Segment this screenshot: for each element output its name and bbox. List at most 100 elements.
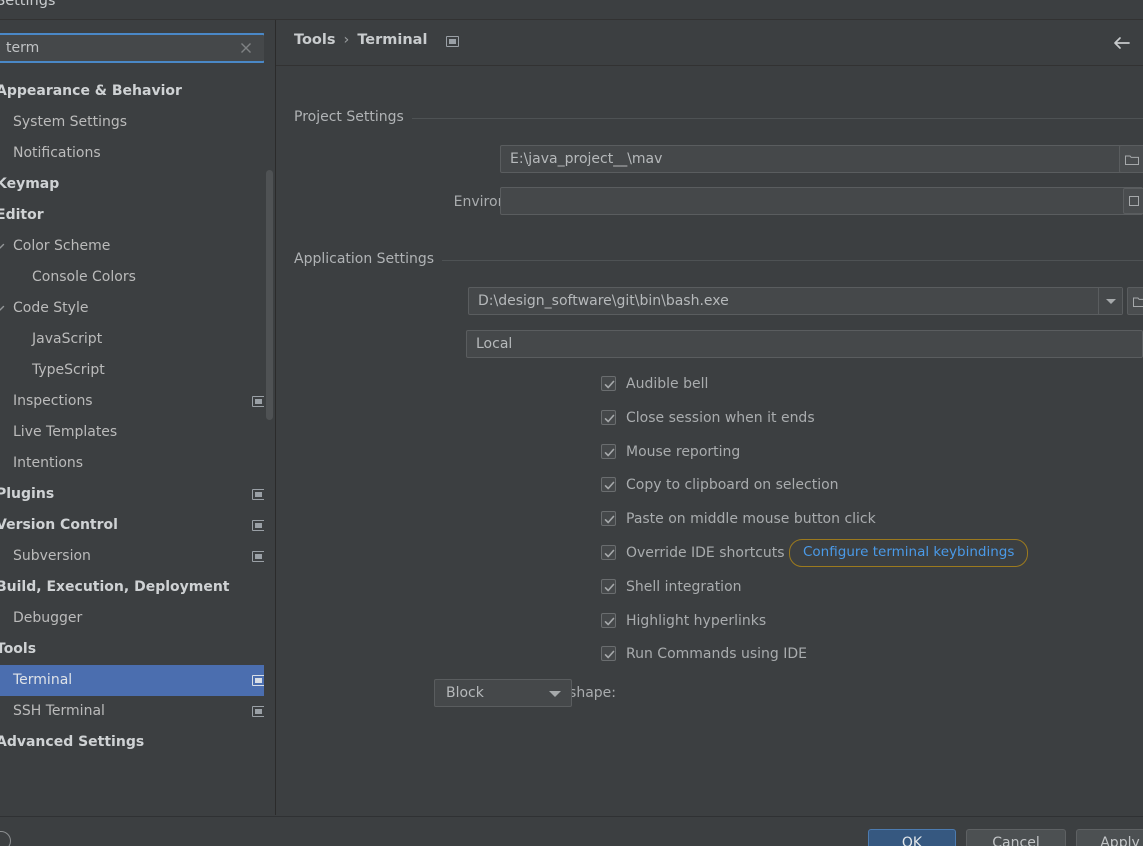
sidebar-item-label: SSH Terminal xyxy=(13,703,105,719)
configure-terminal-keybindings-label: Configure terminal keybindings xyxy=(803,544,1015,560)
sidebar-item-terminal[interactable]: Terminal xyxy=(0,665,275,696)
sidebar-item-label: JavaScript xyxy=(32,331,103,347)
sidebar-item-plugins[interactable]: Plugins xyxy=(0,479,275,510)
checkbox-label: Override IDE shortcuts xyxy=(626,545,785,561)
shell-path-input[interactable]: D:\design_software\git\bin\bash.exe xyxy=(468,287,1123,315)
sidebar-item-label: Plugins xyxy=(0,486,55,502)
sidebar-item-label: Console Colors xyxy=(32,269,136,285)
checkbox-audible-bell[interactable] xyxy=(601,376,616,391)
checkbox-highlight-hyperlinks[interactable] xyxy=(601,612,616,628)
sidebar-item-advanced-settings[interactable]: Advanced Settings xyxy=(0,727,275,758)
breadcrumb: Tools › Terminal xyxy=(294,32,427,48)
help-icon[interactable] xyxy=(0,831,11,846)
sidebar-item-label: Terminal xyxy=(13,672,73,688)
chevron-down-icon[interactable] xyxy=(0,302,6,314)
sidebar-item-label: Appearance & Behavior xyxy=(0,83,182,99)
sidebar-item-label: Keymap xyxy=(0,176,60,192)
settings-sidebar: term Appearance & Behavior System Setting… xyxy=(0,20,276,815)
apply-button[interactable]: Apply xyxy=(1076,829,1143,846)
sidebar-item-ssh-terminal[interactable]: SSH Terminal xyxy=(0,696,275,727)
application-settings-section-title: Application Settings xyxy=(294,251,443,267)
arrow-left-icon[interactable] xyxy=(1109,32,1133,54)
sidebar-item-label: Code Style xyxy=(13,300,89,316)
search-input[interactable]: term xyxy=(6,35,39,61)
checkbox-label: Run Commands using IDE xyxy=(626,646,808,663)
settings-content: Tools › Terminal Project Settings Start di… xyxy=(276,20,1143,815)
sidebar-item-label: Debugger xyxy=(13,610,83,626)
sidebar-item-javascript[interactable]: JavaScript xyxy=(0,324,275,355)
sidebar-item-label: Inspections xyxy=(13,393,93,409)
sidebar-item-subversion[interactable]: Subversion xyxy=(0,541,275,572)
sidebar-item-label: Advanced Settings xyxy=(0,734,145,750)
terminal-settings-panel: Project Settings Start directory: E:\jav… xyxy=(276,65,1143,815)
sidebar-item-appearance-behavior[interactable]: Appearance & Behavior xyxy=(0,76,275,107)
checkbox-copy-to-clipboard-on-selection[interactable] xyxy=(601,477,616,493)
checkbox-label: Highlight hyperlinks xyxy=(626,612,767,629)
sidebar-item-tools[interactable]: Tools xyxy=(0,634,275,665)
folder-icon xyxy=(1125,154,1139,165)
sidebar-item-color-scheme[interactable]: Color Scheme xyxy=(0,231,275,262)
window-title: Settings xyxy=(0,0,56,9)
sidebar-item-version-control[interactable]: Version Control xyxy=(0,510,275,541)
sidebar-item-notifications[interactable]: Notifications xyxy=(0,138,275,169)
environment-variables-input[interactable] xyxy=(500,187,1143,215)
sidebar-item-label: Intentions xyxy=(13,455,84,471)
start-directory-browse-button[interactable] xyxy=(1119,145,1143,173)
cancel-button[interactable]: Cancel xyxy=(966,829,1066,846)
sidebar-scrollbar-thumb[interactable] xyxy=(266,170,273,420)
ok-button[interactable]: OK xyxy=(868,829,956,846)
cursor-shape-select[interactable]: Block xyxy=(434,679,572,707)
sidebar-item-label: Version Control xyxy=(0,517,118,533)
folder-icon xyxy=(1133,296,1143,307)
sidebar-item-live-templates[interactable]: Live Templates xyxy=(0,417,275,448)
sidebar-item-label: TypeScript xyxy=(32,362,105,378)
sidebar-item-label: Subversion xyxy=(13,548,91,564)
sidebar-item-label: Color Scheme xyxy=(13,238,111,254)
breadcrumb-root[interactable]: Tools xyxy=(294,32,336,48)
sidebar-item-label: Editor xyxy=(0,207,44,223)
checkbox-label: Copy to clipboard on selection xyxy=(626,477,839,494)
sidebar-item-build-execution-deployment[interactable]: Build, Execution, Deployment xyxy=(0,572,275,603)
sidebar-item-system-settings[interactable]: System Settings xyxy=(0,107,275,138)
start-directory-input[interactable]: E:\java_project__\mav xyxy=(500,145,1143,173)
close-icon[interactable] xyxy=(237,39,255,57)
checkbox-paste-on-middle-mouse-button-click[interactable] xyxy=(601,511,616,527)
checkbox-override-ide-shortcuts[interactable] xyxy=(601,545,616,560)
sidebar-scrollbar[interactable] xyxy=(264,20,275,815)
search-field-wrapper[interactable]: term xyxy=(0,33,266,63)
dialog-footer: OK Cancel Apply xyxy=(0,816,1143,846)
checkbox-label: Audible bell xyxy=(626,376,709,392)
sidebar-item-console-colors[interactable]: Console Colors xyxy=(0,262,275,293)
breadcrumb-leaf: Terminal xyxy=(357,32,428,48)
sidebar-item-debugger[interactable]: Debugger xyxy=(0,603,275,634)
configure-terminal-keybindings-link[interactable]: Configure terminal keybindings xyxy=(789,539,1029,567)
checkbox-mouse-reporting[interactable] xyxy=(601,443,616,459)
shell-path-dropdown-button[interactable] xyxy=(1098,288,1122,314)
project-scope-icon xyxy=(446,36,459,47)
project-settings-divider xyxy=(406,118,1143,119)
checkbox-label: Close session when it ends xyxy=(626,409,815,426)
sidebar-item-label: System Settings xyxy=(13,114,128,130)
expand-field-icon[interactable] xyxy=(1123,188,1143,214)
sidebar-item-typescript[interactable]: TypeScript xyxy=(0,355,275,386)
sidebar-item-code-style[interactable]: Code Style xyxy=(0,293,275,324)
breadcrumb-separator: › xyxy=(343,32,350,48)
checkbox-close-session-when-it-ends[interactable] xyxy=(601,409,616,425)
chevron-down-icon[interactable] xyxy=(0,240,6,252)
checkbox-shell-integration[interactable] xyxy=(601,578,616,594)
sidebar-item-label: Build, Execution, Deployment xyxy=(0,579,230,595)
sidebar-item-intentions[interactable]: Intentions xyxy=(0,448,275,479)
sidebar-item-label: Tools xyxy=(0,641,37,657)
default-tab-name-input[interactable]: Local xyxy=(466,330,1143,358)
checkbox-label: Paste on middle mouse button click xyxy=(626,511,876,528)
sidebar-item-inspections[interactable]: Inspections xyxy=(0,386,275,417)
sidebar-item-keymap[interactable]: Keymap xyxy=(0,169,275,200)
shell-path-browse-button[interactable] xyxy=(1127,287,1143,315)
settings-tree[interactable]: Appearance & Behavior System Settings Noti… xyxy=(0,76,275,776)
sidebar-item-editor[interactable]: Editor xyxy=(0,200,275,231)
sidebar-item-label: Live Templates xyxy=(13,424,118,440)
application-settings-divider xyxy=(428,260,1143,261)
checkbox-run-commands-using-ide[interactable] xyxy=(601,646,616,662)
sidebar-item-label: Notifications xyxy=(13,145,101,161)
chevron-down-icon xyxy=(549,691,561,697)
